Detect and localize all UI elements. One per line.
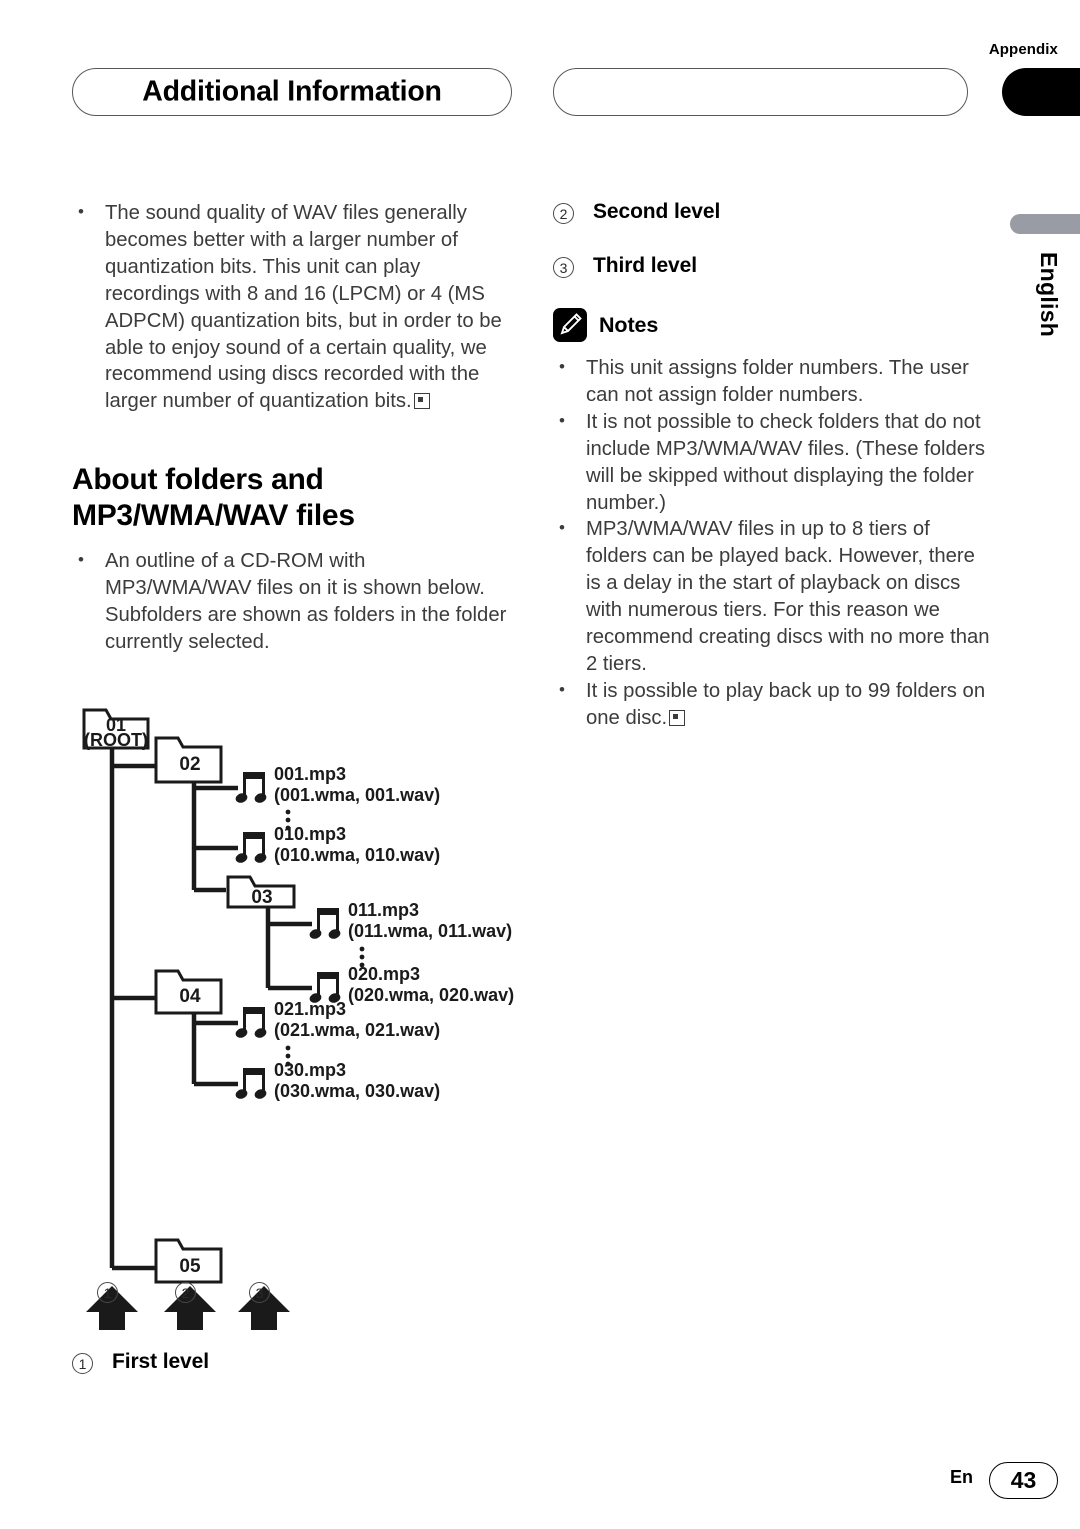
file-name: 020.mp3 <box>348 964 420 984</box>
file-labels: 001.mp3 (001.wma, 001.wav) 010.mp3 (010.… <box>274 764 514 1101</box>
folder-label: 03 <box>251 887 272 908</box>
file-alts: (020.wma, 020.wav) <box>348 985 514 1005</box>
folder-icon-03: 03 <box>226 875 296 909</box>
legend-first-level: 1 First level <box>72 1350 512 1374</box>
pencil-icon <box>553 308 587 342</box>
list-item: MP3/WMA/WAV files in up to 8 tiers of fo… <box>553 515 993 677</box>
music-note-icon <box>235 832 267 863</box>
footer-language-code: En <box>949 1467 973 1487</box>
folder-label-line2: (ROOT) <box>84 730 148 750</box>
folder-icon-05: 05 <box>154 1238 223 1284</box>
circled-number: 3 <box>553 257 574 278</box>
arrow-marker-3: 3 <box>249 1282 270 1303</box>
list-item: It is possible to play back up to 99 fol… <box>553 677 993 732</box>
file-name: 001.mp3 <box>274 764 346 784</box>
end-mark-icon <box>413 393 430 410</box>
file-alts: (021.wma, 021.wav) <box>274 1020 440 1040</box>
notes-bullet-list: This unit assigns folder numbers. The us… <box>553 354 993 732</box>
folder-icon-04: 04 <box>154 969 223 1015</box>
list-item: This unit assigns folder numbers. The us… <box>553 354 993 409</box>
music-note-icon <box>235 1068 267 1099</box>
level-label: Third level <box>593 254 697 277</box>
page-title-pill: Additional Information <box>72 68 512 116</box>
vertical-ellipsis-icon <box>285 1045 291 1067</box>
file-name: 021.mp3 <box>274 999 346 1019</box>
level-label: First level <box>112 1350 209 1373</box>
circled-number: 2 <box>553 203 574 224</box>
page-number-badge: 43 <box>989 1462 1058 1499</box>
legend-second-level: 2 Second level <box>553 200 993 224</box>
list-item: An outline of a CD-ROM with MP3/WMA/WAV … <box>72 547 512 656</box>
legend-third-level: 3 Third level <box>553 254 993 278</box>
page-title: Additional Information <box>142 75 442 108</box>
bullet-text: This unit assigns folder numbers. The us… <box>586 357 969 406</box>
side-gray-bar <box>1010 214 1080 234</box>
bullet-text: It is not possible to check folders that… <box>586 410 985 514</box>
arrow-marker-1: 1 <box>97 1282 118 1303</box>
folder-label: 05 <box>179 1256 201 1277</box>
vertical-ellipsis-icon <box>359 946 365 968</box>
bullet-text: It is possible to play back up to 99 fol… <box>586 679 986 729</box>
folder-icon-01: 01 (ROOT) <box>82 708 150 750</box>
section-heading: About folders and MP3/WMA/WAV files <box>72 463 355 533</box>
circled-number: 3 <box>249 1282 270 1303</box>
circled-number: 2 <box>175 1282 196 1303</box>
circled-number: 1 <box>72 1353 93 1374</box>
intro-bullet-list: The sound quality of WAV files generally… <box>72 199 512 415</box>
folder-icon-02: 02 <box>154 736 223 784</box>
side-language-label: English <box>1036 252 1062 338</box>
notes-title: Notes <box>599 312 659 337</box>
music-note-icon <box>235 1007 267 1038</box>
arrow-marker-2: 2 <box>175 1282 196 1303</box>
header-blank-pill <box>553 68 968 116</box>
bullet-text: An outline of a CD-ROM with MP3/WMA/WAV … <box>105 550 507 653</box>
header-black-tab <box>1002 68 1080 116</box>
notes-header: Notes <box>553 308 993 342</box>
list-item: It is not possible to check folders that… <box>553 408 993 517</box>
bullet-text: The sound quality of WAV files generally… <box>105 202 502 413</box>
folder-structure-diagram: 01 (ROOT) 02 03 04 05 001.mp3 (001.wma, … <box>66 700 536 1330</box>
vertical-ellipsis-icon <box>285 809 291 831</box>
file-alts: (030.wma, 030.wav) <box>274 1081 440 1101</box>
bullet-text: MP3/WMA/WAV files in up to 8 tiers of fo… <box>586 518 990 675</box>
appendix-label: Appendix <box>988 41 1058 58</box>
file-alts: (011.wma, 011.wav) <box>348 921 512 941</box>
file-name: 011.mp3 <box>348 900 419 920</box>
circled-number: 1 <box>97 1282 118 1303</box>
folder-label: 02 <box>179 754 200 775</box>
file-alts: (001.wma, 001.wav) <box>274 785 440 805</box>
folder-label: 04 <box>179 986 201 1007</box>
music-note-icon <box>235 772 267 803</box>
file-alts: (010.wma, 010.wav) <box>274 845 440 865</box>
end-mark-icon <box>669 709 686 726</box>
list-item: The sound quality of WAV files generally… <box>72 199 512 415</box>
level-label: Second level <box>593 200 721 223</box>
music-note-icon <box>309 908 341 939</box>
left-column: The sound quality of WAV files generally… <box>72 199 512 656</box>
file-name: 030.mp3 <box>274 1060 346 1080</box>
section-bullet-list: An outline of a CD-ROM with MP3/WMA/WAV … <box>72 547 512 656</box>
right-column: 2 Second level 3 Third level Notes This … <box>553 200 993 732</box>
file-name: 010.mp3 <box>274 824 346 844</box>
